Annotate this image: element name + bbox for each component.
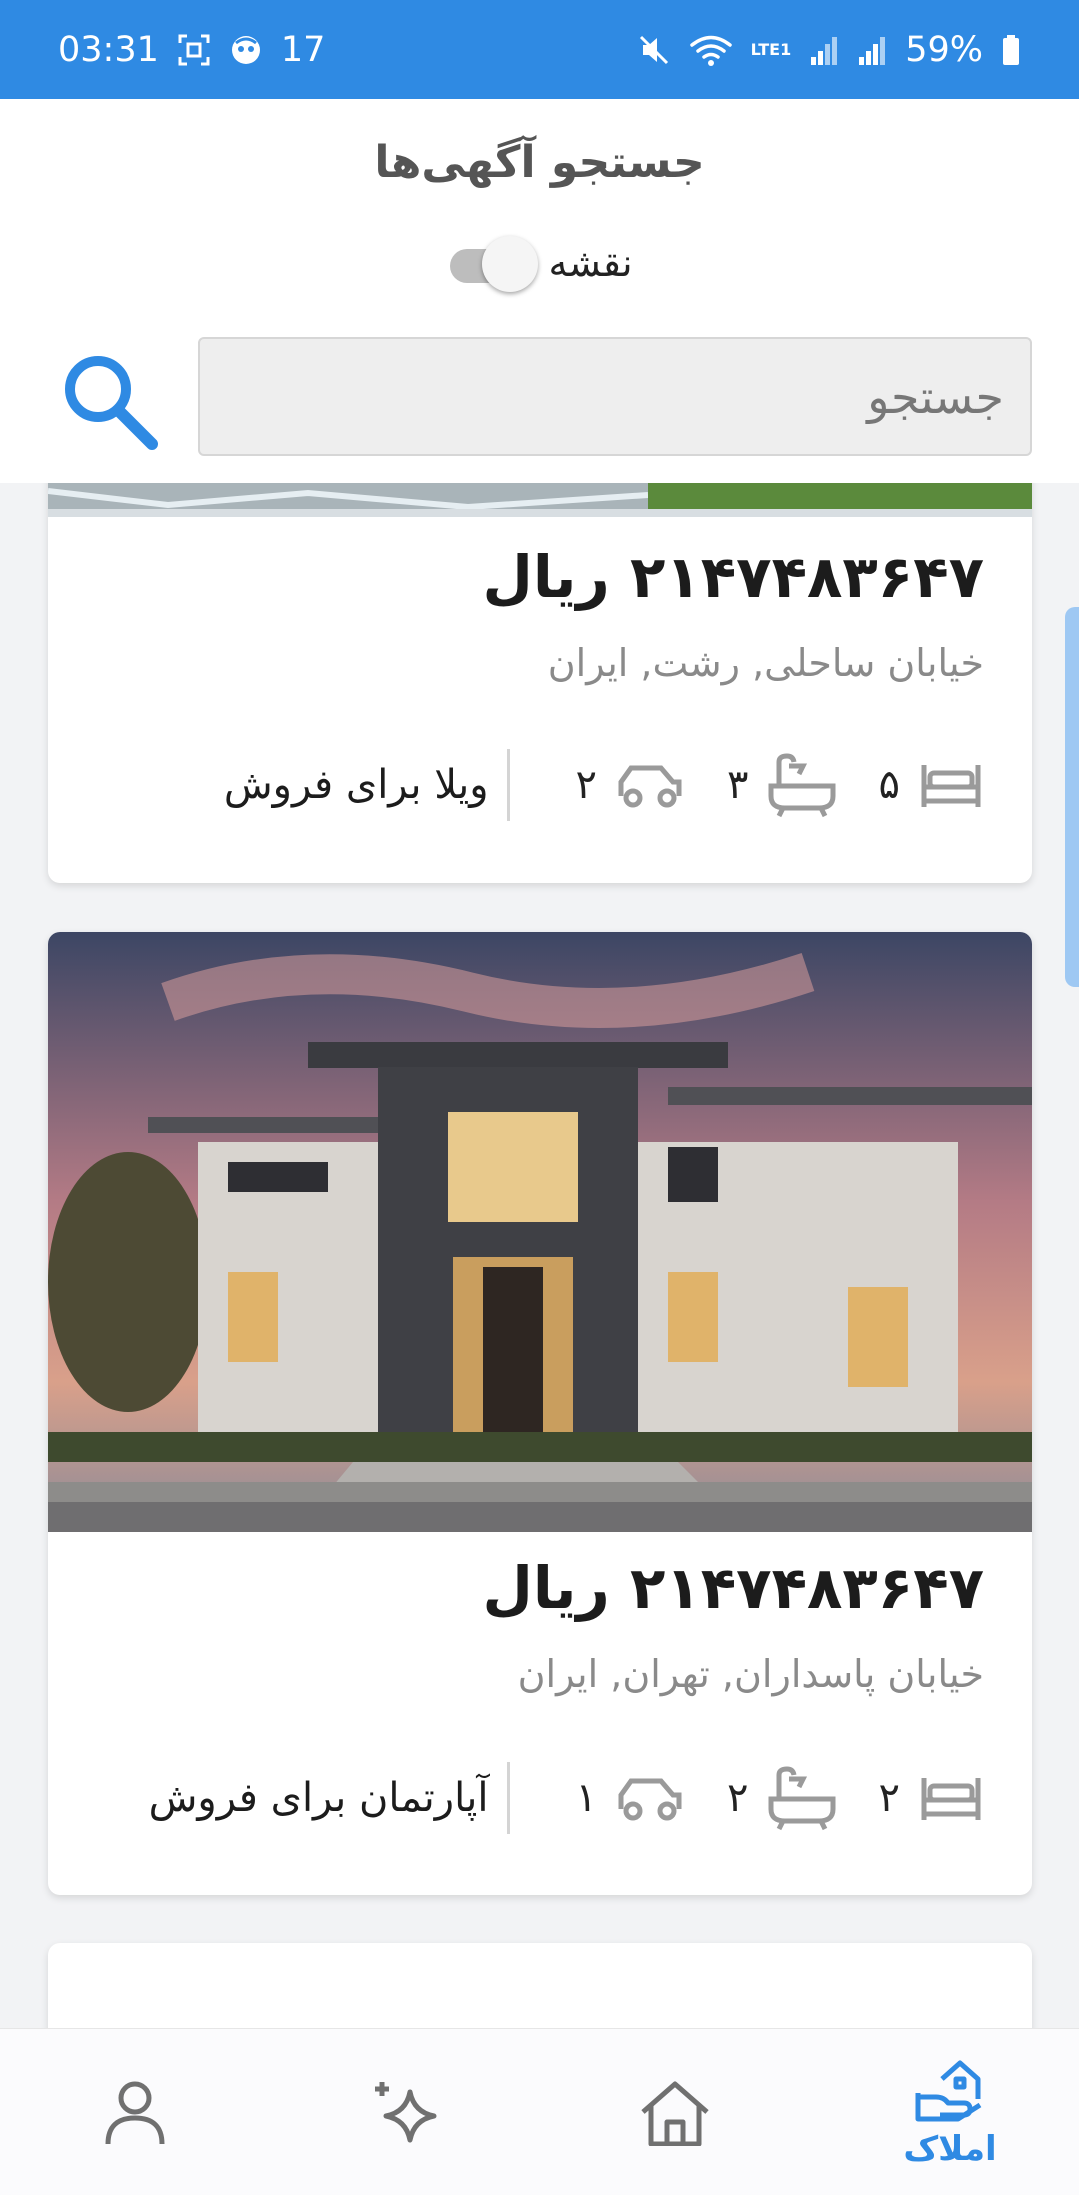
status-left: 03:31 17 <box>58 30 325 70</box>
parking-count: ۲ <box>575 762 598 808</box>
listing-image <box>48 483 1032 517</box>
beds-count: ۲ <box>878 1775 900 1821</box>
toggle-thumb <box>482 236 539 292</box>
screenshot-icon <box>177 33 211 67</box>
parking-feature: ۱ <box>576 1773 685 1823</box>
battery-percent: 59% <box>905 29 983 70</box>
listing-price: ۲۱۴۷۴۸۳۶۴۷ ریال <box>482 1554 984 1622</box>
signal-2-icon <box>857 33 887 67</box>
baths-count: ۳ <box>727 762 749 808</box>
parking-feature: ۲ <box>576 760 685 810</box>
nav-properties[interactable]: املاک <box>880 2029 1020 2195</box>
bed-icon <box>921 765 981 807</box>
bottom-nav: املاک <box>0 2028 1079 2195</box>
listing-card[interactable]: ۲۱۴۷۴۸۳۶۴۷ ریال خیابان ساحلی, رشت, ایران… <box>48 483 1032 883</box>
listing-type: ویلا برای فروش <box>223 762 489 808</box>
home-icon <box>641 2081 709 2146</box>
baths-feature: ۳ <box>727 752 836 818</box>
app-screen: 03:31 17 LTE1 59% <box>0 0 1079 2195</box>
status-time: 03:31 <box>58 29 159 70</box>
search-header: جستجو آگهی‌ها نقشه <box>0 99 1079 483</box>
status-bar: 03:31 17 LTE1 59% <box>0 0 1079 99</box>
listing-price: ۲۱۴۷۴۸۳۶۴۷ ریال <box>482 543 984 611</box>
listing-address: خیابان پاسداران, تهران, ایران <box>517 1652 984 1696</box>
feature-divider <box>506 749 510 821</box>
beds-feature: ۵ <box>879 757 984 813</box>
nav-profile[interactable] <box>85 2029 185 2195</box>
search-button[interactable] <box>56 349 166 459</box>
network-type: LTE1 <box>750 40 792 59</box>
listing-card[interactable]: ۲۱۴۷۴۸۳۶۴۷ ریال خیابان پاسداران, تهران, … <box>48 932 1032 1895</box>
scrollbar-thumb[interactable] <box>1065 607 1079 987</box>
baths-feature: ۲ <box>727 1765 836 1831</box>
bathtub-icon <box>768 753 836 818</box>
car-icon <box>618 1778 682 1821</box>
mute-icon <box>637 33 671 67</box>
car-icon <box>618 765 682 808</box>
app-notification-icon <box>229 33 263 67</box>
status-right: LTE1 59% <box>637 30 1021 70</box>
listing-features: ۵ ۳ ۲ ویلا برای فروش <box>96 745 984 825</box>
feature-divider <box>506 1762 510 1834</box>
sparkle-icon <box>375 2081 437 2142</box>
listing-address: خیابان ساحلی, رشت, ایران <box>547 641 984 685</box>
beds-count: ۵ <box>878 762 900 808</box>
battery-icon <box>1001 33 1021 67</box>
search-input[interactable] <box>198 337 1032 456</box>
page-title: جستجو آگهی‌ها <box>374 137 705 188</box>
beds-feature: ۲ <box>879 1770 984 1826</box>
listings-list[interactable]: ۲۱۴۷۴۸۳۶۴۷ ریال خیابان ساحلی, رشت, ایران… <box>0 483 1079 2028</box>
notification-count: 17 <box>280 29 326 70</box>
properties-icon <box>915 2060 982 2121</box>
listing-features: ۲ ۲ ۱ آپارتمان برای فروش <box>96 1758 984 1838</box>
bathtub-icon <box>768 1766 836 1831</box>
baths-count: ۲ <box>727 1775 749 1821</box>
listing-card[interactable] <box>48 1943 1032 2028</box>
search-icon <box>65 356 158 450</box>
bed-icon <box>921 1778 981 1820</box>
listing-image <box>48 932 1032 1532</box>
parking-count: ۱ <box>575 1775 598 1821</box>
profile-icon <box>105 2081 165 2144</box>
nav-properties-label: املاک <box>903 2128 997 2169</box>
signal-1-icon <box>809 33 839 67</box>
nav-sparkle[interactable] <box>355 2029 455 2195</box>
nav-home[interactable] <box>625 2029 725 2195</box>
listing-type: آپارتمان برای فروش <box>148 1775 489 1821</box>
map-toggle-row: نقشه <box>0 236 1079 292</box>
map-toggle-label: نقشه <box>548 241 633 285</box>
map-toggle[interactable] <box>446 236 539 292</box>
wifi-icon <box>689 33 733 67</box>
